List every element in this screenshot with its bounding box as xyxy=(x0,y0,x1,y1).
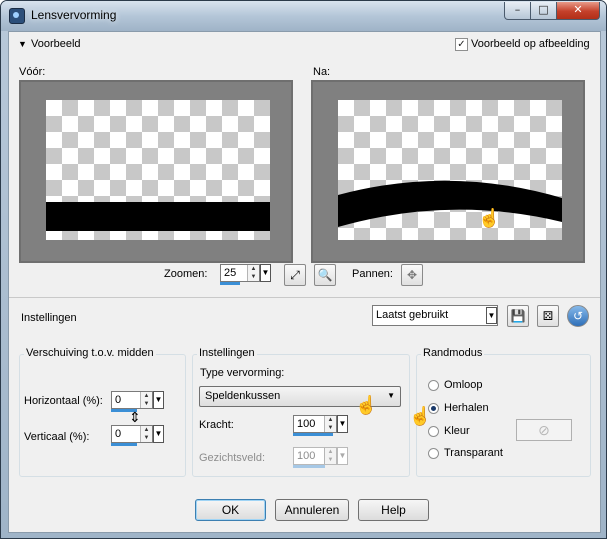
edge-option-omloop[interactable]: Omloop xyxy=(444,379,483,391)
type-value: Speldenkussen xyxy=(205,390,281,402)
cancel-button[interactable]: Annuleren xyxy=(275,499,349,521)
type-dropdown-icon[interactable]: ▼ xyxy=(387,391,395,400)
edge-radio-transparant[interactable] xyxy=(428,448,439,459)
save-preset-icon[interactable]: 💾 xyxy=(507,305,529,327)
fov-label: Gezichtsveld: xyxy=(199,452,266,464)
app-icon xyxy=(9,8,25,24)
pan-label: Pannen: xyxy=(352,268,393,280)
window-title: Lensvervorming xyxy=(31,8,117,22)
edge-radio-omloop[interactable] xyxy=(428,380,439,391)
zoom-slider-indicator[interactable] xyxy=(220,282,240,285)
dialog-client: ▼ Voorbeeld ✓ Voorbeeld op afbeelding Vó… xyxy=(8,31,601,533)
minimize-icon[interactable]: – xyxy=(504,2,531,20)
vertical-label: Verticaal (%): xyxy=(24,431,90,443)
pan-icon[interactable]: ✥ xyxy=(401,264,423,286)
edge-mode-group-title: Randmodus xyxy=(421,347,485,359)
after-preview-distortion xyxy=(338,180,562,227)
after-label: Na: xyxy=(313,66,331,78)
edge-mode-group xyxy=(416,354,591,477)
edge-option-transparant[interactable]: Transparant xyxy=(444,447,503,459)
zoom-spin-arrows-icon[interactable]: ▲ ▼ xyxy=(247,265,259,281)
zoom-dropdown-icon[interactable]: ▼ xyxy=(260,264,271,282)
horizontal-spinbox[interactable]: 0 ▲ ▼ xyxy=(111,391,153,409)
fov-spin-arrows-icon: ▲ ▼ xyxy=(324,448,336,464)
randomize-dice-icon[interactable]: ⚄ xyxy=(537,305,559,327)
type-label: Type vervorming: xyxy=(200,367,285,379)
before-preview xyxy=(19,80,293,263)
ok-button[interactable]: OK xyxy=(195,499,266,521)
fov-dropdown-icon: ▼ xyxy=(337,447,348,465)
strength-spin-arrows-icon[interactable]: ▲ ▼ xyxy=(324,416,336,432)
after-preview[interactable]: ☝ xyxy=(311,80,585,263)
reset-icon[interactable]: ↺ xyxy=(567,305,589,327)
title-bar[interactable]: Lensvervorming – □ ✕ xyxy=(1,1,606,31)
divider xyxy=(9,297,600,298)
edge-radio-kleur[interactable] xyxy=(428,426,439,437)
close-icon[interactable]: ✕ xyxy=(556,2,600,20)
preview-on-image-checkbox[interactable]: ✓ xyxy=(455,38,468,51)
strength-dropdown-icon[interactable]: ▼ xyxy=(337,415,348,433)
edge-option-herhalen[interactable]: Herhalen xyxy=(444,402,489,414)
horizontal-dropdown-icon[interactable]: ▼ xyxy=(153,391,164,409)
before-preview-black-band xyxy=(46,202,270,231)
horizontal-value: 0 xyxy=(115,394,122,406)
vertical-spinbox[interactable]: 0 ▲ ▼ xyxy=(111,425,153,443)
maximize-icon[interactable]: □ xyxy=(530,2,557,20)
fov-value: 100 xyxy=(297,450,316,462)
preview-section-title[interactable]: Voorbeeld xyxy=(31,38,81,50)
strength-value: 100 xyxy=(297,418,316,430)
dialog-window: Lensvervorming – □ ✕ ▼ Voorbeeld ✓ Voorb… xyxy=(0,0,607,539)
settings-bar-label: Instellingen xyxy=(21,312,77,324)
hand-cursor-icon: ☝ xyxy=(478,208,501,228)
resize-cursor-icon: ⇕ xyxy=(129,409,141,425)
hand-pointer-icon: ☝ xyxy=(355,395,378,415)
fov-spinbox: 100 ▲ ▼ xyxy=(293,447,337,465)
collapse-triangle-icon[interactable]: ▼ xyxy=(18,39,27,49)
vertical-slider-indicator[interactable] xyxy=(111,443,137,446)
help-button[interactable]: Help xyxy=(358,499,429,521)
strength-slider-indicator[interactable] xyxy=(293,433,333,436)
preview-on-image-label[interactable]: Voorbeeld op afbeelding xyxy=(471,38,590,50)
strength-spinbox[interactable]: 100 ▲ ▼ xyxy=(293,415,337,433)
strength-label: Kracht: xyxy=(199,419,234,431)
offset-group xyxy=(19,354,186,477)
preset-value: Laatst gebruikt xyxy=(376,309,449,321)
edge-radio-herhalen[interactable] xyxy=(428,403,439,414)
horizontal-spin-arrows-icon[interactable]: ▲ ▼ xyxy=(140,392,152,408)
no-color-swatch-icon: ⊘ xyxy=(516,419,572,441)
offset-group-title: Verschuiving t.o.v. midden xyxy=(24,347,156,359)
zoom-label: Zoomen: xyxy=(164,268,208,280)
vertical-value: 0 xyxy=(115,428,122,440)
preset-select[interactable]: Laatst gebruikt ▼ xyxy=(372,305,498,326)
zoom-value: 25 xyxy=(224,267,237,279)
settings-group-title: Instellingen xyxy=(197,347,257,359)
before-label: Vóór: xyxy=(19,66,46,78)
vertical-dropdown-icon[interactable]: ▼ xyxy=(153,425,164,443)
zoom-magnifier-icon[interactable]: 🔍 xyxy=(314,264,336,286)
zoom-to-fit-icon[interactable]: ⤢ xyxy=(284,264,306,286)
fov-slider-indicator xyxy=(293,465,325,468)
edge-option-kleur[interactable]: Kleur xyxy=(444,425,470,437)
horizontal-label: Horizontaal (%): xyxy=(24,395,103,407)
vertical-spin-arrows-icon[interactable]: ▲ ▼ xyxy=(140,426,152,442)
zoom-spinbox[interactable]: 25 ▲ ▼ xyxy=(220,264,260,282)
preset-dropdown-icon[interactable]: ▼ xyxy=(486,307,497,324)
